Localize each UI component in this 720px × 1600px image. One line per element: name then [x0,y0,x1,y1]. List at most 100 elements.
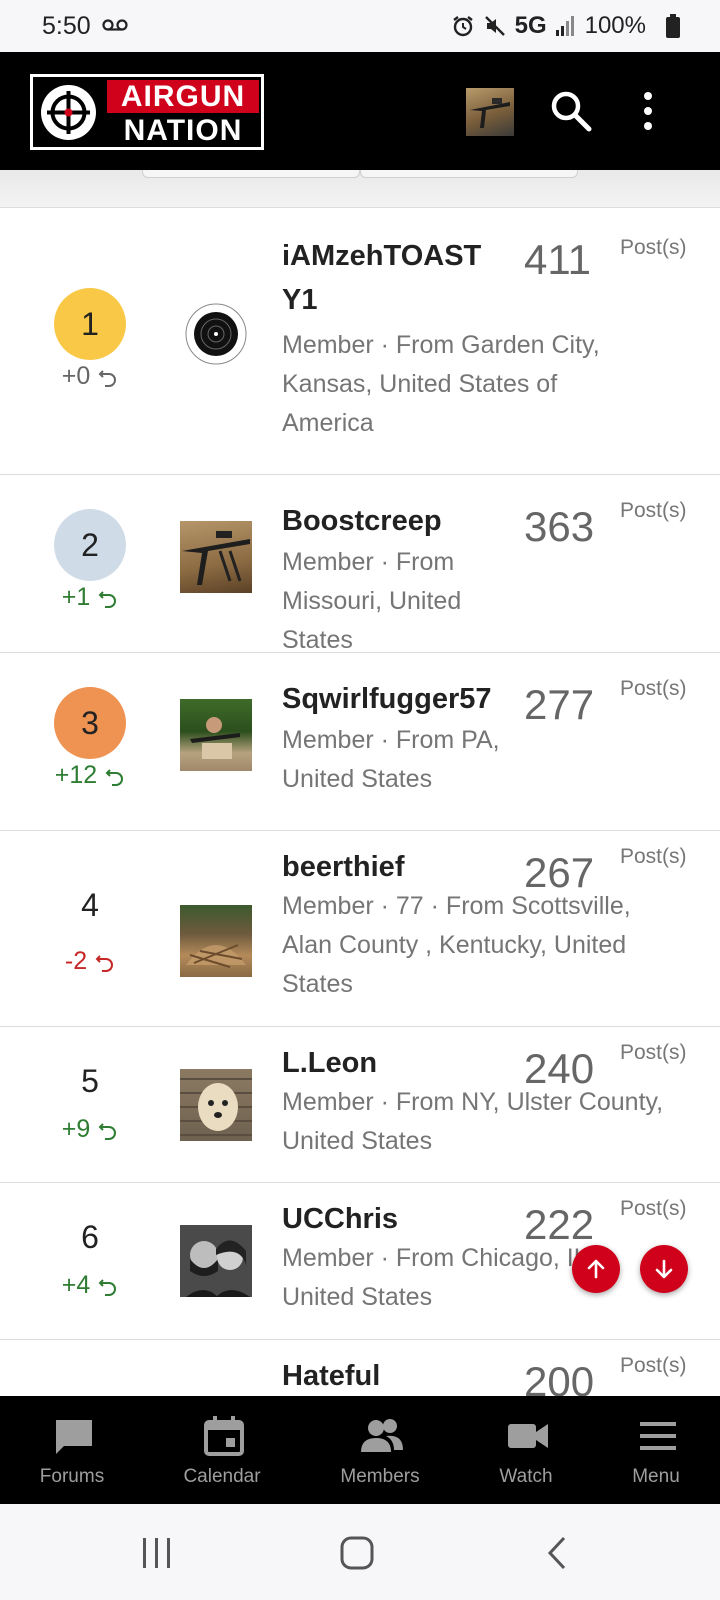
rank-change: +4 [40,1271,140,1300]
nav-label: Watch [499,1466,553,1487]
app-header: AIRGUN NATION [0,52,720,170]
leaderboard-row[interactable]: 3 +12 Sqwirlfugger57 Member · From PA, U… [0,653,720,831]
undo-icon [98,1279,117,1297]
posts-label: Post(s) [620,1041,687,1064]
logo-text-top: AIRGUN [107,80,259,113]
member-avatar[interactable] [180,905,252,977]
nav-label: Members [340,1466,420,1487]
posts-label: Post(s) [620,499,687,522]
posts-label: Post(s) [620,1354,687,1377]
menu-icon [640,1422,676,1450]
more-options-icon[interactable] [630,88,666,134]
scroll-bottom-button[interactable] [640,1245,688,1293]
battery-icon [666,14,680,38]
post-count: 267 [524,849,595,896]
post-count: 222 [524,1201,595,1248]
posts-label: Post(s) [620,1197,687,1220]
undo-icon [95,955,114,973]
member-avatar[interactable] [180,521,252,593]
leaderboard-row[interactable]: 2 +1 Boostcreep Member · From Missouri, … [0,475,720,653]
nav-menu[interactable]: Menu [596,1396,716,1504]
post-count: 411 [524,236,591,283]
nav-calendar[interactable]: Calendar [162,1396,282,1504]
member-details: Member · From NY, Ulster County, United … [282,1088,664,1155]
rank-change-value: +4 [61,1271,91,1299]
undo-icon [98,1123,117,1141]
member-details: Member · From Missouri, United States [282,548,462,653]
logo-text-bottom: NATION [123,114,243,147]
airgun-nation-logo[interactable]: AIRGUN NATION [30,74,264,150]
member-details: Member · 77 · From Scottsville, Alan Cou… [282,892,631,998]
home-icon[interactable] [340,1536,374,1570]
rank-change-value: +9 [61,1115,91,1143]
status-icons: 5G 100% [451,12,668,40]
network-type: 5G [514,12,547,39]
member-details: Member · From Garden City, Kansas, Unite… [282,331,600,437]
rank-change: +12 [40,761,140,790]
status-bar: 5:50 5G 100% [0,0,720,52]
battery-percent: 100% [584,12,646,39]
member-avatar[interactable] [180,699,252,771]
filter-strip [0,170,720,208]
rank-change: +9 [40,1115,140,1144]
member-username[interactable]: Hateful [282,1354,512,1398]
member-details: Member · From PA, United States [282,726,500,793]
members-icon [361,1419,403,1452]
undo-icon [98,370,117,388]
member-username[interactable]: iAMzehTOAST Y1 [282,234,512,322]
rank-change-value: +12 [54,761,98,789]
post-count: 240 [524,1045,595,1092]
member-avatar[interactable] [180,1069,252,1141]
rank-badge-silver: 2 [54,509,126,581]
filter-tab-right[interactable] [360,170,578,178]
nav-label: Menu [632,1466,680,1487]
nav-members[interactable]: Members [320,1396,440,1504]
rank-number: 4 [81,887,99,923]
rank-change: +1 [40,583,140,612]
alarm-icon [452,16,473,37]
rank-badge-gold: 1 [54,288,126,360]
chat-icon [56,1420,92,1454]
member-username[interactable]: L.Leon [282,1041,512,1085]
member-details: Member · From Chicago, IL, United States [282,1244,595,1311]
undo-icon [105,769,124,787]
status-time: 5:50 [42,12,91,40]
voicemail-icon [102,19,128,31]
user-avatar[interactable] [466,88,514,136]
nav-forums[interactable]: Forums [12,1396,132,1504]
member-username[interactable]: UCChris [282,1197,512,1241]
crosshair-icon [41,85,96,140]
post-count: 277 [524,681,595,728]
video-icon [508,1424,548,1448]
member-avatar[interactable] [180,1225,252,1297]
scroll-top-button[interactable] [572,1245,620,1293]
rank-change: -2 [40,947,140,976]
leaderboard-row[interactable]: 5 +9 L.Leon Member · From NY, Ulster Cou… [0,1027,720,1183]
member-avatar[interactable] [180,300,252,372]
search-icon[interactable] [548,88,594,134]
leaderboard-row[interactable]: 4 -2 beerthief Member · 77 · From Scotts… [0,831,720,1027]
leaderboard-row[interactable]: 1 +0 iAMzehTOAST Y1 Member · From Garden… [0,208,720,475]
rank-change-value: +0 [61,362,91,390]
rank-change-value: +1 [61,583,91,611]
nav-label: Forums [39,1466,105,1487]
nav-watch[interactable]: Watch [466,1396,586,1504]
mute-icon [484,16,505,36]
rank-change: +0 [40,362,140,391]
bottom-navigation: Forums Calendar Members Watch Menu [0,1396,720,1504]
member-username[interactable]: Sqwirlfugger57 [282,677,522,721]
member-username[interactable]: beerthief [282,845,512,889]
posts-label: Post(s) [620,236,687,259]
recent-apps-icon[interactable] [140,1536,174,1570]
member-username[interactable]: Boostcreep [282,499,512,543]
rank-number: 6 [81,1219,99,1255]
posts-label: Post(s) [620,845,687,868]
post-count: 363 [524,503,595,550]
back-icon[interactable] [546,1536,570,1570]
system-navigation [0,1504,720,1600]
rank-change-value: -2 [64,947,88,975]
calendar-icon [204,1416,244,1456]
arrow-down-icon [655,1259,673,1279]
rank-number: 5 [81,1063,99,1099]
filter-tab-left[interactable] [142,170,360,178]
